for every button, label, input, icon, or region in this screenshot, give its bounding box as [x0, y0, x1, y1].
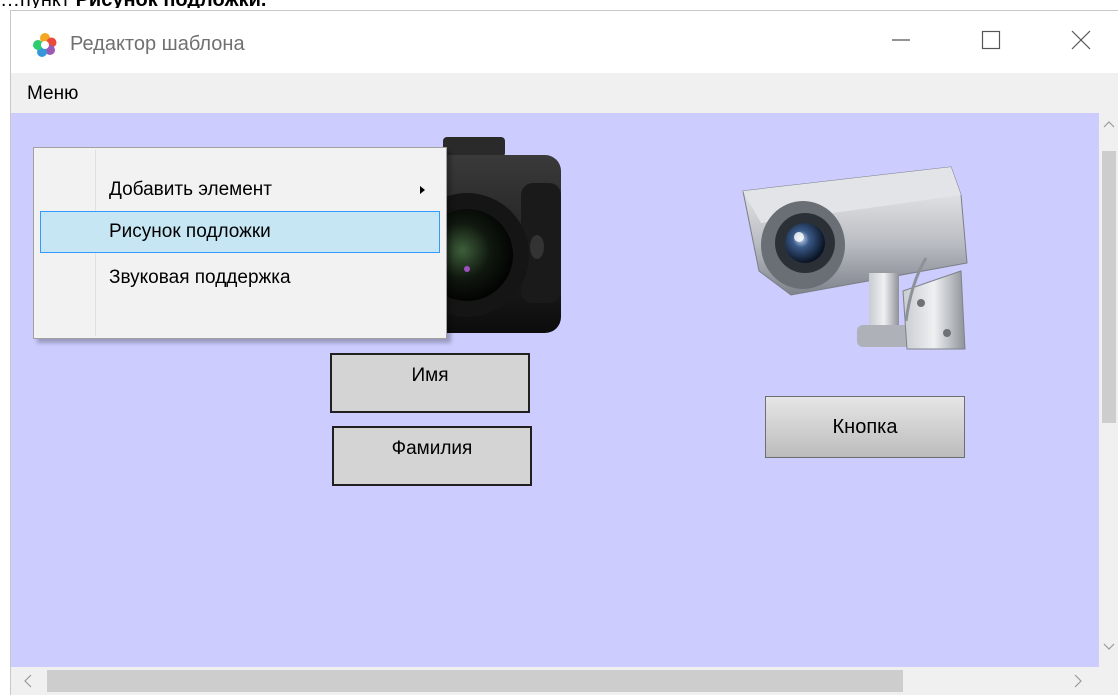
context-menu: Добавить элемент Рисунок подложки Звуков…: [33, 147, 447, 339]
vertical-scroll-thumb[interactable]: [1102, 151, 1116, 423]
scrollbar-corner: [1099, 667, 1118, 695]
close-button[interactable]: [1041, 11, 1118, 69]
app-logo-icon: [33, 33, 57, 57]
document-caption: …пункт Рисунок подложки.: [0, 0, 267, 8]
menu-item-menu[interactable]: Меню: [27, 81, 78, 107]
maximize-button[interactable]: [951, 11, 1031, 69]
caption-bold: Рисунок подложки.: [76, 0, 267, 8]
scroll-left-arrow-icon[interactable]: [21, 672, 35, 690]
template-editor-window: Редактор шаблона Меню Имя Фамилия Кнопка…: [10, 10, 1118, 695]
menu-bar: Меню: [11, 73, 1118, 113]
scroll-up-arrow-icon[interactable]: [1102, 117, 1116, 131]
security-camera-image: [742, 166, 968, 350]
title-bar[interactable]: Редактор шаблона: [11, 11, 1118, 71]
scroll-down-arrow-icon[interactable]: [1102, 640, 1116, 654]
submenu-arrow-icon: [420, 186, 425, 194]
name-field[interactable]: Имя: [330, 353, 530, 413]
vertical-scrollbar[interactable]: [1099, 113, 1118, 667]
minimize-button[interactable]: [861, 11, 941, 69]
scroll-right-arrow-icon[interactable]: [1071, 672, 1085, 690]
context-menu-item-background-image[interactable]: Рисунок подложки: [40, 211, 440, 253]
surname-field-label: Фамилия: [391, 438, 473, 459]
context-menu-item-add-element[interactable]: Добавить элемент: [40, 169, 440, 211]
name-field-label: Имя: [411, 365, 449, 386]
minimize-icon: [892, 39, 910, 41]
window-title: Редактор шаблона: [70, 33, 245, 55]
close-icon: [1071, 30, 1091, 50]
template-canvas[interactable]: Имя Фамилия Кнопка Добавить элемент Рису…: [11, 113, 1099, 667]
canvas-button-label: Кнопка: [832, 416, 898, 438]
context-menu-item-label: Добавить элемент: [109, 179, 273, 200]
context-menu-item-label: Звуковая поддержка: [109, 267, 291, 288]
horizontal-scroll-thumb[interactable]: [47, 670, 903, 692]
context-menu-item-label: Рисунок подложки: [109, 221, 271, 242]
caption-prefix: …пункт: [0, 0, 76, 8]
canvas-button[interactable]: Кнопка: [765, 396, 965, 458]
surname-field[interactable]: Фамилия: [332, 426, 532, 486]
maximize-icon: [981, 30, 1001, 50]
context-menu-item-sound-support[interactable]: Звуковая поддержка: [40, 257, 440, 299]
horizontal-scrollbar[interactable]: [11, 667, 1099, 695]
